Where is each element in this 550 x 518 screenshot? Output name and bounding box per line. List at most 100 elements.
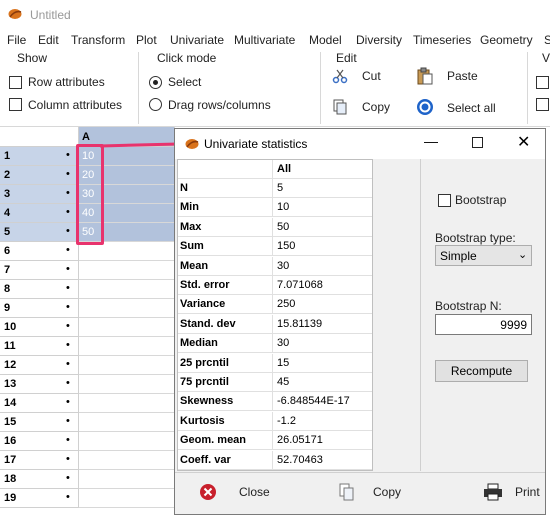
- row-header[interactable]: 16 •: [0, 432, 79, 451]
- row-marker-icon: •: [66, 491, 70, 503]
- stat-name: Sum: [180, 240, 204, 252]
- table-row[interactable]: Geom. mean 26.05171: [178, 431, 372, 450]
- menu-multivariate[interactable]: Multivariate: [234, 33, 295, 47]
- table-cell[interactable]: [79, 489, 175, 508]
- row-header[interactable]: 2 •: [0, 166, 79, 185]
- table-row[interactable]: Mean 30: [178, 257, 372, 276]
- row-marker-icon: •: [66, 434, 70, 446]
- copy-icon: [333, 99, 347, 115]
- row-header[interactable]: 10 •: [0, 318, 79, 337]
- row-header[interactable]: 5 •: [0, 223, 79, 242]
- table-row[interactable]: Stand. dev 15.81139: [178, 315, 372, 334]
- table-row[interactable]: N5: [178, 179, 372, 198]
- menu-file[interactable]: File: [7, 33, 26, 47]
- select-all-button[interactable]: Select all: [416, 98, 506, 118]
- row-header[interactable]: 3 •: [0, 185, 79, 204]
- row-header[interactable]: 9 •: [0, 299, 79, 318]
- table-cell[interactable]: [79, 451, 175, 470]
- row-header[interactable]: 17 •: [0, 451, 79, 470]
- table-cell[interactable]: [79, 432, 175, 451]
- row-attributes-label: Row attributes: [28, 75, 105, 89]
- row-header[interactable]: 15 •: [0, 413, 79, 432]
- table-row[interactable]: 75 prcntil 45: [178, 373, 372, 392]
- table-cell[interactable]: [79, 356, 175, 375]
- row-number: 2: [4, 169, 11, 181]
- row-header[interactable]: 13 •: [0, 375, 79, 394]
- table-cell[interactable]: [79, 299, 175, 318]
- paste-button[interactable]: Paste: [416, 67, 496, 87]
- recompute-button[interactable]: Recompute: [435, 360, 528, 382]
- row-header[interactable]: 12 •: [0, 356, 79, 375]
- table-row[interactable]: Coeff. var 52.70463: [178, 451, 372, 470]
- table-cell[interactable]: [79, 337, 175, 356]
- stat-name: Coeff. var: [180, 454, 231, 466]
- row-marker-icon: •: [66, 320, 70, 332]
- row-header[interactable]: 14 •: [0, 394, 79, 413]
- row-number: 10: [4, 321, 17, 333]
- row-attributes-checkbox[interactable]: [9, 76, 22, 89]
- dialog-title: Univariate statistics: [204, 137, 308, 151]
- select-mode-label: Select: [168, 75, 202, 89]
- table-row[interactable]: Sum 150: [178, 237, 372, 256]
- table-row[interactable]: Min 10: [178, 198, 372, 217]
- table-cell[interactable]: [79, 470, 175, 489]
- drag-mode-radio[interactable]: [149, 98, 162, 111]
- table-cell[interactable]: [79, 394, 175, 413]
- menu-edit[interactable]: Edit: [38, 33, 59, 47]
- row-header[interactable]: 18 •: [0, 470, 79, 489]
- menu-more[interactable]: S: [544, 33, 550, 47]
- copy-button[interactable]: Copy: [332, 99, 402, 117]
- menu-timeseries[interactable]: Timeseries: [413, 33, 471, 47]
- grid-corner: [0, 127, 79, 147]
- menu-model[interactable]: Model: [309, 33, 342, 47]
- cut-button[interactable]: Cut: [332, 68, 402, 86]
- partial-checkbox[interactable]: [536, 76, 549, 89]
- close-button[interactable]: Close: [195, 481, 285, 505]
- table-cell[interactable]: [79, 318, 175, 337]
- bootstrap-checkbox[interactable]: [438, 194, 451, 207]
- column-divider: [272, 373, 273, 391]
- table-row[interactable]: Variance 250: [178, 295, 372, 314]
- row-header[interactable]: 4 •: [0, 204, 79, 223]
- bootstrap-type-select[interactable]: Simple ⌄: [435, 245, 532, 266]
- table-cell[interactable]: [79, 375, 175, 394]
- row-number: 9: [4, 302, 11, 314]
- table-row[interactable]: Kurtosis -1.2: [178, 412, 372, 431]
- bootstrap-type-value: Simple: [440, 249, 477, 263]
- table-cell[interactable]: [79, 413, 175, 432]
- partial-checkbox[interactable]: [536, 98, 549, 111]
- select-mode-radio[interactable]: [149, 76, 162, 89]
- row-header[interactable]: 19 •: [0, 489, 79, 508]
- column-divider: [272, 451, 273, 469]
- row-header[interactable]: 11 •: [0, 337, 79, 356]
- column-divider: [272, 257, 273, 275]
- row-header[interactable]: 7 •: [0, 261, 79, 280]
- row-header[interactable]: 8 •: [0, 280, 79, 299]
- drag-mode-label: Drag rows/columns: [168, 98, 271, 112]
- menu-diversity[interactable]: Diversity: [356, 33, 402, 47]
- print-button[interactable]: Print: [483, 481, 545, 505]
- table-row[interactable]: Median 30: [178, 334, 372, 353]
- menu-plot[interactable]: Plot: [136, 33, 157, 47]
- copy-button[interactable]: Copy: [337, 481, 427, 505]
- table-row[interactable]: Std. error 7.071068: [178, 276, 372, 295]
- menu-transform[interactable]: Transform: [71, 33, 125, 47]
- bootstrap-n-input[interactable]: 9999: [435, 314, 532, 335]
- table-row[interactable]: Skewness -6.848544E-17: [178, 392, 372, 411]
- ribbon-separator: [138, 52, 139, 124]
- menu-geometry[interactable]: Geometry: [480, 33, 533, 47]
- row-number: 19: [4, 492, 17, 504]
- stat-name: Mean: [180, 260, 209, 272]
- table-row[interactable]: Max 50: [178, 218, 372, 237]
- minimize-icon[interactable]: —: [424, 133, 438, 149]
- table-row[interactable]: 25 prcntil 15: [178, 354, 372, 373]
- stat-value: -6.848544E-17: [277, 395, 350, 407]
- column-attributes-checkbox[interactable]: [9, 98, 22, 111]
- menu-univariate[interactable]: Univariate: [170, 33, 224, 47]
- table-cell[interactable]: [79, 261, 175, 280]
- close-icon[interactable]: ✕: [517, 132, 530, 152]
- maximize-icon[interactable]: [472, 137, 483, 148]
- table-cell[interactable]: [79, 280, 175, 299]
- row-header[interactable]: 1 •: [0, 147, 79, 166]
- row-header[interactable]: 6 •: [0, 242, 79, 261]
